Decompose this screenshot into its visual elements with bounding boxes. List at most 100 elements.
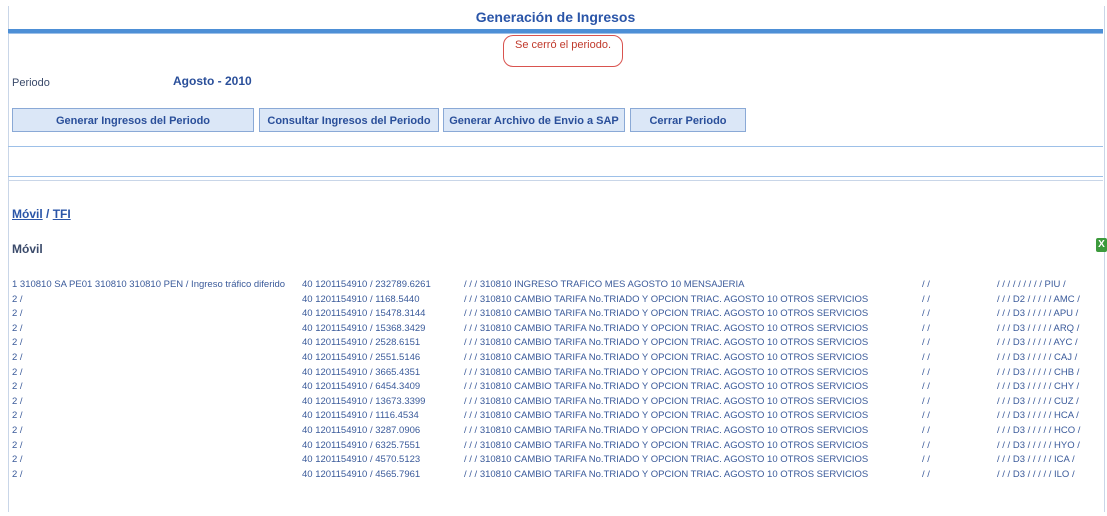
- table-cell-amt: / 15368.3429: [370, 322, 426, 334]
- table-cell-mid: / /: [922, 381, 930, 393]
- table-cell-acct: 40 1201154910: [302, 439, 368, 451]
- table-cell-code: / / / D3 / / / / / CHY /: [997, 381, 1080, 393]
- table-cell-code: / / / D3 / / / / / ICA /: [997, 454, 1075, 466]
- table-cell-amt: / 232789.6261: [370, 279, 431, 290]
- table-cell-desc: / / / 310810 CAMBIO TARIFA No.TRIADO Y O…: [464, 410, 869, 422]
- page-title: Generación de Ingresos: [475, 9, 636, 25]
- table-cell-acct: 40 1201154910: [302, 293, 368, 305]
- tab-movil[interactable]: Móvil: [12, 207, 43, 221]
- period-label: Periodo: [12, 77, 50, 89]
- table-cell-mid: / /: [922, 308, 930, 320]
- table-cell-c1: 2 /: [12, 337, 23, 349]
- table-cell-amt: / 15478.3144: [370, 308, 426, 320]
- table-cell-amt: / 3665.4351: [370, 366, 421, 378]
- header-bar-line: [8, 33, 1103, 34]
- table-cell-desc: / / / 310810 CAMBIO TARIFA No.TRIADO Y O…: [464, 293, 869, 305]
- period-value: Agosto - 2010: [173, 74, 252, 88]
- close-period-button[interactable]: Cerrar Periodo: [630, 108, 746, 132]
- table-cell-amt: / 2528.6151: [370, 337, 421, 349]
- table-cell-code: / / / D2 / / / / / AMC /: [997, 293, 1080, 305]
- table-cell-desc: / / / 310810 CAMBIO TARIFA No.TRIADO Y O…: [464, 337, 869, 349]
- table-cell-acct: 40 1201154910: [302, 279, 368, 290]
- table-cell-desc: / / / 310810 CAMBIO TARIFA No.TRIADO Y O…: [464, 308, 869, 320]
- tab-divider: /: [42, 207, 53, 221]
- tabs: Móvil / TFI: [12, 207, 71, 221]
- table-cell-acct: 40 1201154910: [302, 352, 368, 363]
- table-cell-c1: 2 /: [12, 322, 23, 334]
- table-cell-c1: 2 /: [12, 468, 23, 480]
- table-cell-mid: / /: [922, 293, 930, 305]
- table-cell-mid: / /: [922, 352, 930, 363]
- table-cell-mid: / /: [922, 322, 930, 334]
- table-cell-c1: 2 /: [12, 395, 23, 407]
- table-cell-c1: 2 /: [12, 410, 23, 422]
- table-cell-acct: 40 1201154910: [302, 322, 368, 334]
- table-cell-amt: / 4570.5123: [370, 454, 421, 466]
- table-cell-mid: / /: [922, 468, 930, 480]
- table-cell-amt: / 6454.3409: [370, 381, 421, 393]
- table-cell-mid: / /: [922, 410, 930, 422]
- table-cell-amt: / 1116.4534: [370, 410, 419, 422]
- table-cell-amt: / 3287.0906: [370, 425, 421, 436]
- table-cell-acct: 40 1201154910: [302, 337, 368, 349]
- table-cell-mid: / /: [922, 454, 930, 466]
- table-cell-code: / / / D3 / / / / / HCO /: [997, 425, 1081, 436]
- table-cell-desc: / / / 310810 CAMBIO TARIFA No.TRIADO Y O…: [464, 439, 869, 451]
- table-cell-acct: 40 1201154910: [302, 308, 368, 320]
- table-cell-c1: 2 /: [12, 308, 23, 320]
- table-cell-desc: / / / 310810 INGRESO TRAFICO MES AGOSTO …: [464, 279, 745, 290]
- table-cell-code: / / / D3 / / / / / CHB /: [997, 366, 1080, 378]
- table-cell-desc: / / / 310810 CAMBIO TARIFA No.TRIADO Y O…: [464, 425, 869, 436]
- divider: [8, 146, 1103, 147]
- table-cell-c1: 2 /: [12, 425, 23, 436]
- table-cell-acct: 40 1201154910: [302, 468, 368, 480]
- table-cell-amt: / 1168.5440: [370, 293, 420, 305]
- table-cell-desc: / / / 310810 CAMBIO TARIFA No.TRIADO Y O…: [464, 454, 869, 466]
- table-cell-c1: 2 /: [12, 293, 23, 305]
- table-cell-code: / / / D3 / / / / / HCA /: [997, 410, 1079, 422]
- excel-export-icon[interactable]: X: [1096, 238, 1107, 252]
- table-cell-c1: 1 310810 SA PE01 310810 310810 PEN / Ing…: [12, 279, 286, 290]
- table-cell-mid: / /: [922, 366, 930, 378]
- divider: [8, 180, 1103, 181]
- generate-income-button[interactable]: Generar Ingresos del Periodo: [12, 108, 254, 132]
- table-cell-mid: / /: [922, 279, 930, 290]
- table-cell-c1: 2 /: [12, 352, 23, 363]
- table-cell-amt: / 2551.5146: [370, 352, 421, 363]
- table-cell-code: / / / D3 / / / / / ILO /: [997, 468, 1075, 480]
- table-cell-code: / / / D3 / / / / / APU /: [997, 308, 1079, 320]
- divider: [8, 176, 1103, 177]
- table-cell-c1: 2 /: [12, 439, 23, 451]
- table-cell-c1: 2 /: [12, 366, 23, 378]
- section-title: Móvil: [12, 242, 43, 256]
- table-cell-desc: / / / 310810 CAMBIO TARIFA No.TRIADO Y O…: [464, 381, 869, 393]
- table-cell-code: / / / D3 / / / / / CAJ /: [997, 352, 1078, 363]
- table-cell-amt: / 4565.7961: [370, 468, 421, 480]
- table-cell-acct: 40 1201154910: [302, 366, 368, 378]
- table-cell-desc: / / / 310810 CAMBIO TARIFA No.TRIADO Y O…: [464, 395, 869, 407]
- table-cell-c1: 2 /: [12, 454, 23, 466]
- table-cell-code: / / / / / / / / / PIU /: [997, 279, 1066, 290]
- generate-sap-file-button[interactable]: Generar Archivo de Envio a SAP: [443, 108, 625, 132]
- status-message: Se cerró el periodo.: [503, 35, 623, 67]
- table-cell-c1: 2 /: [12, 381, 23, 393]
- table-cell-desc: / / / 310810 CAMBIO TARIFA No.TRIADO Y O…: [464, 322, 869, 334]
- table-cell-mid: / /: [922, 395, 930, 407]
- table-cell-code: / / / D3 / / / / / AYC /: [997, 337, 1078, 349]
- table-cell-desc: / / / 310810 CAMBIO TARIFA No.TRIADO Y O…: [464, 468, 869, 480]
- table-cell-acct: 40 1201154910: [302, 410, 368, 422]
- table-cell-desc: / / / 310810 CAMBIO TARIFA No.TRIADO Y O…: [464, 352, 869, 363]
- table-cell-mid: / /: [922, 425, 930, 436]
- table-cell-code: / / / D3 / / / / / CUZ /: [997, 395, 1079, 407]
- table-cell-acct: 40 1201154910: [302, 381, 368, 393]
- table-cell-code: / / / D3 / / / / / HYO /: [997, 439, 1080, 451]
- table-cell-mid: / /: [922, 439, 930, 451]
- table-cell-code: / / / D3 / / / / / ARQ /: [997, 322, 1080, 334]
- table-cell-amt: / 13673.3399: [370, 395, 426, 407]
- table-cell-acct: 40 1201154910: [302, 454, 368, 466]
- table-cell-acct: 40 1201154910: [302, 395, 368, 407]
- consult-income-button[interactable]: Consultar Ingresos del Periodo: [259, 108, 439, 132]
- tab-tfi[interactable]: TFI: [53, 207, 71, 221]
- table-cell-desc: / / / 310810 CAMBIO TARIFA No.TRIADO Y O…: [464, 366, 869, 378]
- table-cell-amt: / 6325.7551: [370, 439, 421, 451]
